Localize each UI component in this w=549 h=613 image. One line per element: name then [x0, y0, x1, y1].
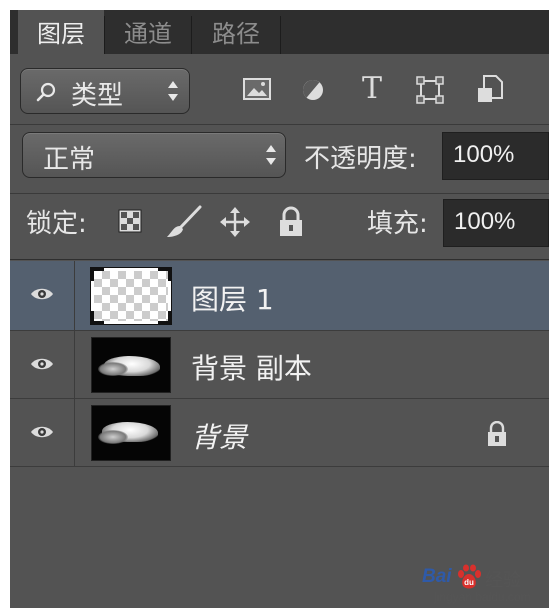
eye-icon — [31, 358, 53, 370]
section-divider — [10, 259, 549, 260]
visibility-toggle[interactable] — [10, 331, 75, 398]
updown-arrows-icon — [265, 144, 277, 166]
svg-text:du: du — [464, 578, 474, 587]
search-icon — [36, 82, 56, 102]
tab-layers[interactable]: 图层 — [18, 10, 104, 54]
layer-lock-icon — [488, 421, 506, 446]
updown-arrows-icon — [167, 80, 179, 102]
lock-image-pixels-icon[interactable] — [164, 204, 204, 240]
tab-paths[interactable]: 路径 — [192, 10, 280, 54]
layer-thumbnail-fur[interactable] — [91, 405, 171, 461]
eye-icon — [31, 288, 53, 300]
layer-name[interactable]: 背景 — [191, 416, 247, 456]
smart-object-filter-icon[interactable] — [476, 74, 504, 104]
adjustment-filter-icon[interactable] — [300, 77, 326, 103]
lock-all-icon[interactable] — [278, 206, 304, 238]
layer-thumbnail-transparent[interactable] — [90, 267, 172, 325]
filter-kind-label: 类型 — [71, 81, 124, 111]
lock-transparent-icon[interactable] — [118, 209, 142, 233]
tab-channels[interactable]: 通道 — [105, 10, 191, 54]
type-filter-icon[interactable]: T — [357, 72, 387, 106]
baidu-paw-logo-icon: du — [458, 564, 481, 589]
layers-panel: 图层 通道 路径 类型 T 正常 不透明度: 100% 锁定: 填充: 100%… — [10, 10, 549, 608]
opacity-label: 不透明度: — [304, 144, 417, 174]
layer-row[interactable]: 背景 副本 — [10, 331, 549, 399]
layer-row[interactable]: 图层 1 — [10, 261, 549, 331]
section-divider — [10, 124, 549, 125]
layer-name[interactable]: 图层 1 — [191, 278, 274, 318]
layer-filter-kind-select[interactable]: 类型 — [20, 68, 190, 114]
panel-tab-bar: 图层 通道 路径 — [10, 10, 549, 54]
tab-divider — [280, 16, 281, 54]
watermark-url: jingyan.baidu.com — [434, 590, 531, 604]
visibility-toggle[interactable] — [10, 399, 75, 466]
lock-position-icon[interactable] — [219, 206, 251, 238]
fill-label: 填充: — [367, 209, 428, 239]
blend-mode-select[interactable]: 正常 — [22, 132, 286, 178]
eye-icon — [31, 426, 53, 438]
image-filter-icon[interactable] — [242, 76, 272, 102]
layer-thumbnail-fur[interactable] — [91, 337, 171, 393]
watermark-brand-right: 经验 — [485, 570, 521, 590]
lock-label: 锁定: — [26, 209, 87, 239]
shape-filter-icon[interactable] — [415, 76, 445, 104]
visibility-toggle[interactable] — [10, 261, 75, 330]
fill-input[interactable]: 100% — [443, 199, 549, 247]
layer-row[interactable]: 背景 — [10, 399, 549, 467]
section-divider — [10, 193, 549, 194]
opacity-input[interactable]: 100% — [442, 132, 549, 180]
layer-name[interactable]: 背景 副本 — [191, 347, 312, 387]
blend-mode-value: 正常 — [43, 145, 96, 175]
watermark-brand-left: Bai — [422, 566, 452, 587]
